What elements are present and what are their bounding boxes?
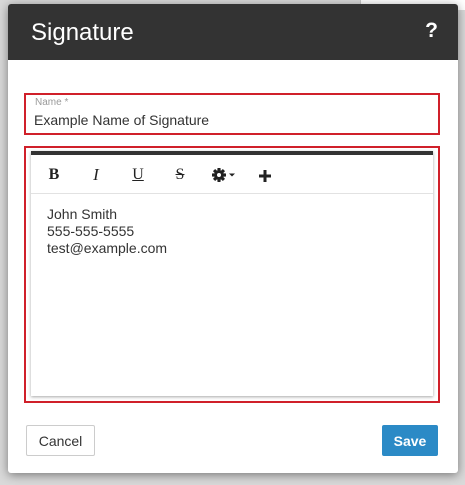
bold-icon[interactable]: B — [40, 163, 68, 187]
save-button[interactable]: Save — [382, 425, 438, 456]
chevron-down-icon — [229, 173, 235, 177]
name-field[interactable]: Name * — [24, 93, 440, 135]
gear-dropdown-icon[interactable] — [209, 163, 243, 187]
rich-text-editor[interactable]: B I U S John Smith 555-555-5555 test@exa… — [31, 151, 433, 396]
editor-content[interactable]: John Smith 555-555-5555 test@example.com — [47, 206, 417, 257]
signature-line-name: John Smith — [47, 206, 118, 222]
editor-toolbar: B I U S — [31, 155, 433, 194]
name-input[interactable] — [34, 110, 428, 130]
signature-line-email: test@example.com — [47, 240, 168, 256]
italic-icon[interactable]: I — [82, 163, 110, 187]
signature-dialog: Signature ? Name * B I U S — [8, 4, 458, 473]
cancel-button[interactable]: Cancel — [26, 425, 95, 456]
name-field-label: Name * — [35, 97, 69, 108]
signature-line-phone: 555-555-5555 — [47, 223, 135, 239]
dialog-title: Signature — [31, 19, 134, 46]
plus-icon[interactable] — [251, 163, 279, 187]
signature-editor-container: B I U S John Smith 555-555-5555 test@exa… — [24, 146, 440, 403]
dialog-header: Signature ? — [8, 4, 458, 60]
plus-glyph — [259, 169, 271, 182]
help-icon[interactable]: ? — [425, 17, 438, 45]
underline-icon[interactable]: U — [124, 163, 152, 187]
gear-icon — [212, 167, 235, 182]
strikethrough-icon[interactable]: S — [166, 163, 194, 187]
